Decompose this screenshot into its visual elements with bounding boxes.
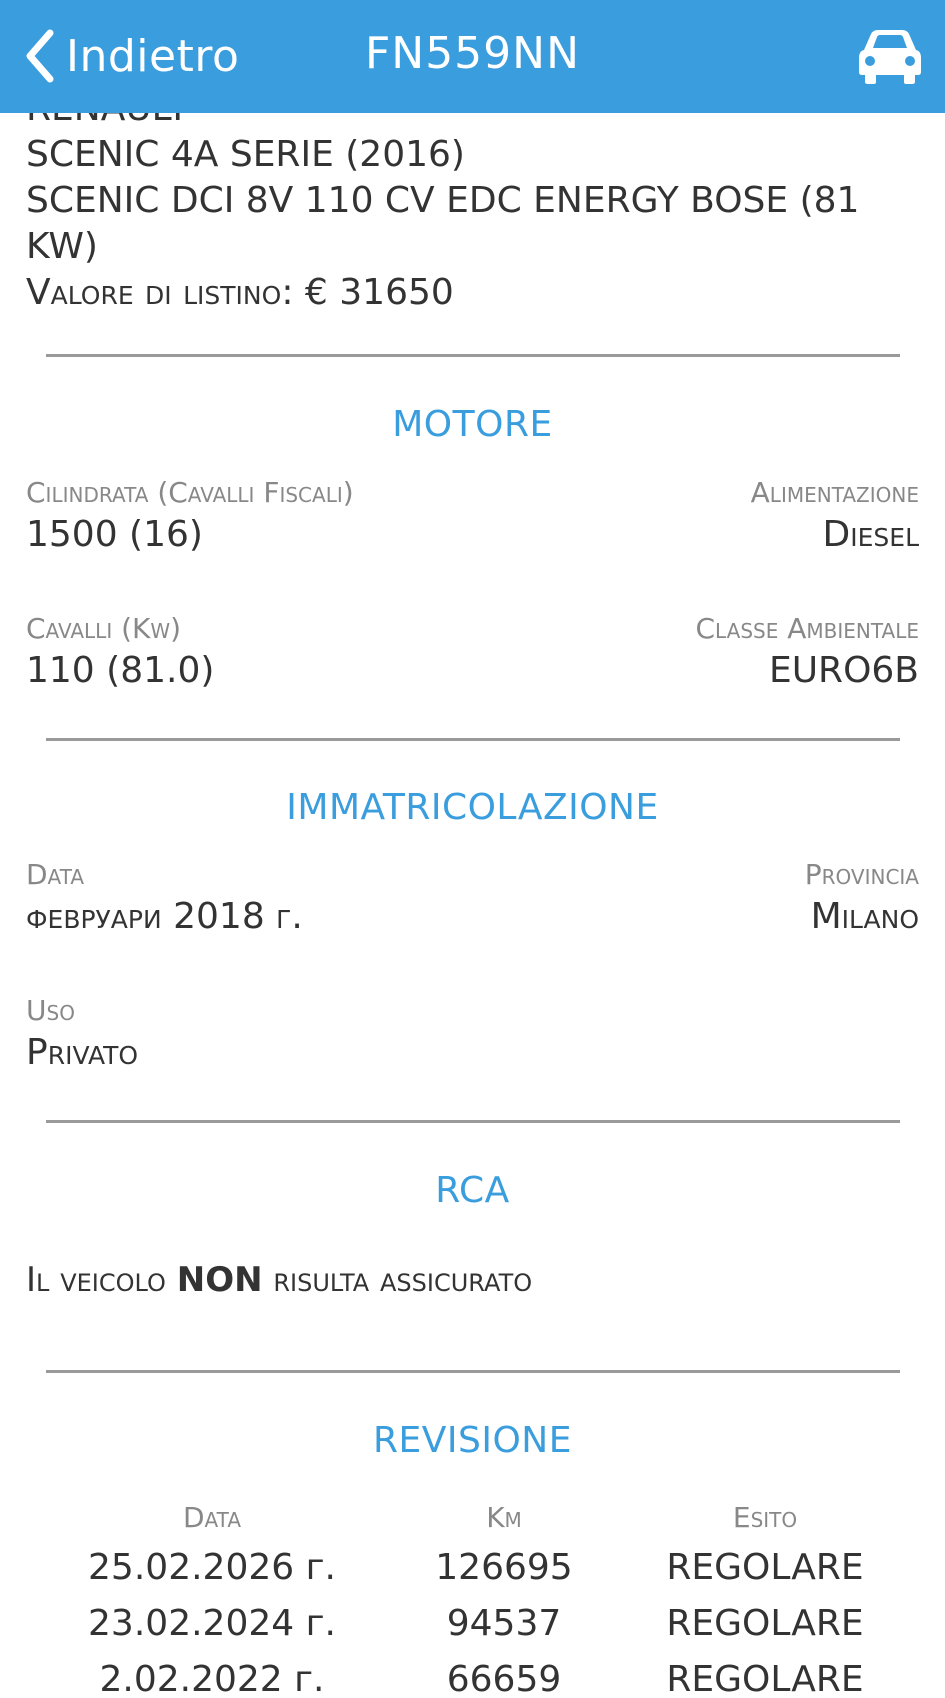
divider [46, 354, 900, 357]
revisione-header-esito: Esito [732, 1501, 798, 1534]
revisione-column-km: Km 126695 94537 66659 [384, 1496, 624, 1698]
revisione-header-data: Data [182, 1501, 242, 1534]
revisione-cell: 2.02.2022 г. [99, 1659, 325, 1698]
divider [46, 738, 900, 741]
provincia-label: Provincia [804, 858, 919, 891]
revisione-cell: 94537 [446, 1603, 562, 1644]
list-price: Valore di listino: € 31650 [26, 270, 906, 316]
section-title-motore: MOTORE [392, 404, 553, 445]
vehicle-version-line1: SCENIC DCI 8V 110 CV EDC ENERGY BOSE (81 [26, 180, 860, 221]
rca-status: Il veicolo NON risulta assicurato [26, 1260, 532, 1300]
list-price-value: € 31650 [304, 272, 454, 313]
cavalli-label: Cavalli (Kw) [26, 612, 182, 645]
cilindrata-value: 1500 (16) [26, 514, 203, 555]
revisione-column-data: Data 25.02.2026 г. 23.02.2024 г. 2.02.20… [70, 1496, 354, 1698]
revisione-cell: 23.02.2024 г. [88, 1603, 336, 1644]
revisione-cell: 126695 [435, 1547, 573, 1588]
revisione-cell: REGOLARE [666, 1547, 864, 1588]
app-header: Indietro FN559NN [0, 0, 945, 113]
revisione-cell: REGOLARE [666, 1659, 864, 1698]
cilindrata-label: Cilindrata (Cavalli Fiscali) [26, 476, 354, 509]
vehicle-version-line2: KW) [26, 226, 98, 267]
immatricolazione-data-label: Data [26, 858, 85, 891]
revisione-header-km: Km [486, 1501, 522, 1534]
classe-ambientale-value: EURO6B [768, 650, 919, 691]
revisione-column-esito: Esito REGOLARE REGOLARE REGOLARE [640, 1496, 890, 1698]
list-price-label: Valore di listino: [26, 272, 294, 313]
scroll-content[interactable]: RENAULT SCENIC 4A SERIE (2016) SCENIC DC… [0, 0, 945, 1698]
rca-status-emphasis: NON [176, 1260, 263, 1300]
uso-value: Privato [26, 1032, 139, 1073]
classe-ambientale-label: Classe Ambientale [695, 612, 919, 645]
divider [46, 1370, 900, 1373]
section-title-revisione: REVISIONE [373, 1420, 572, 1461]
divider [46, 1120, 900, 1123]
alimentazione-label: Alimentazione [750, 476, 919, 509]
vehicle-model: SCENIC 4A SERIE (2016) [26, 134, 465, 175]
rca-status-prefix: Il veicolo [26, 1260, 166, 1300]
page-title: FN559NN [364, 28, 581, 79]
uso-label: Uso [26, 994, 75, 1027]
car-icon[interactable] [857, 28, 923, 86]
revisione-cell: 25.02.2026 г. [88, 1547, 336, 1588]
vehicle-summary: RENAULT SCENIC 4A SERIE (2016) SCENIC DC… [26, 86, 906, 316]
vehicle-detail-screen: RENAULT SCENIC 4A SERIE (2016) SCENIC DC… [0, 0, 945, 1698]
section-title-immatricolazione: IMMATRICOLAZIONE [286, 787, 659, 828]
section-title-rca: RCA [435, 1170, 510, 1211]
revisione-cell: REGOLARE [666, 1603, 864, 1644]
immatricolazione-data-value: февруари 2018 г. [26, 896, 303, 937]
cavalli-value: 110 (81.0) [26, 650, 215, 691]
provincia-value: Milano [810, 896, 919, 937]
revisione-cell: 66659 [446, 1659, 562, 1698]
alimentazione-value: Diesel [822, 514, 919, 555]
rca-status-suffix: risulta assicurato [273, 1260, 533, 1300]
